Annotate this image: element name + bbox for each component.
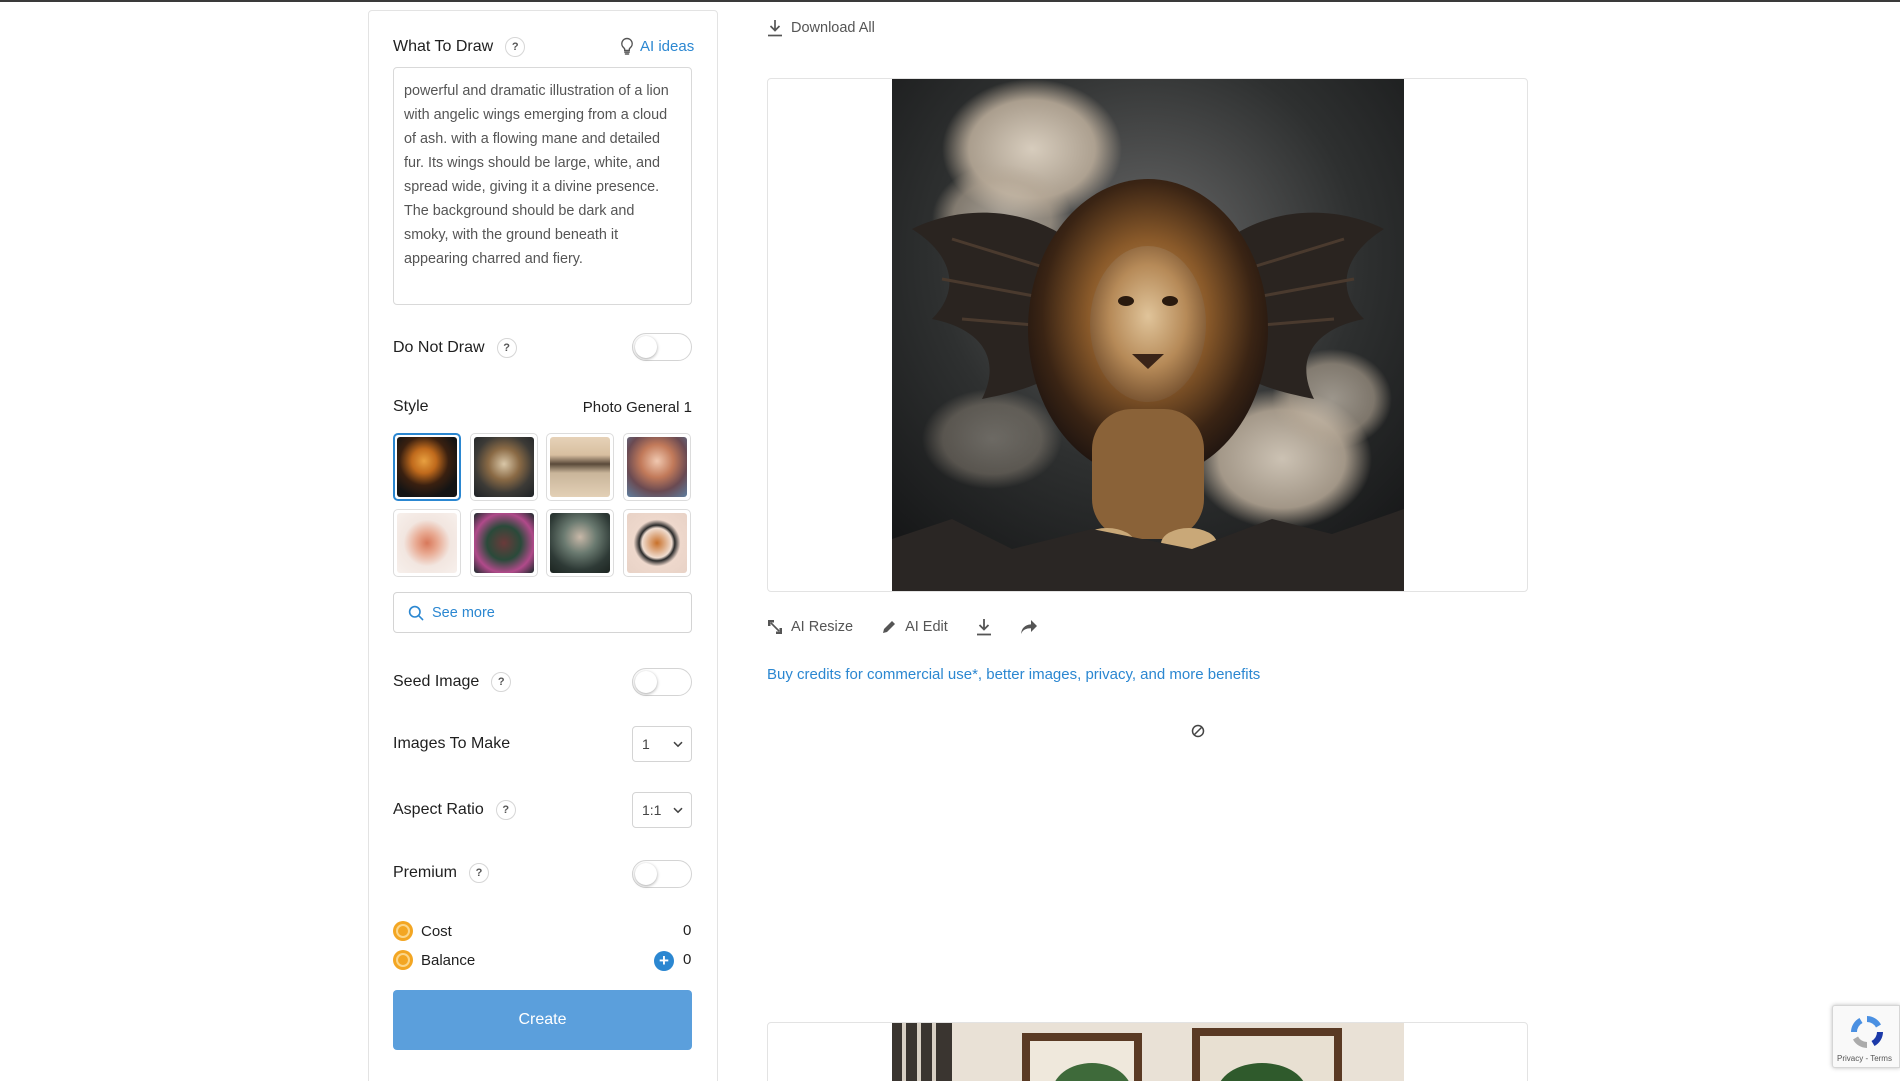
style-thumb-old-man[interactable] xyxy=(546,509,614,577)
seed-image-row: Seed Image ? xyxy=(393,672,512,692)
style-value: Photo General 1 xyxy=(582,399,692,416)
ai-edit-button[interactable]: AI Edit xyxy=(881,619,948,635)
do-not-draw-toggle[interactable] xyxy=(632,333,692,361)
coin-icon xyxy=(393,950,413,970)
recaptcha-footer-text[interactable]: Privacy - Terms xyxy=(1837,1054,1892,1063)
premium-label: Premium xyxy=(393,864,458,881)
generated-image-second[interactable] xyxy=(892,1023,1404,1081)
ai-edit-label: AI Edit xyxy=(905,619,948,635)
cost-row: Cost xyxy=(393,921,452,941)
style-thumb-woman-portrait[interactable] xyxy=(622,433,691,501)
cost-label: Cost xyxy=(421,922,452,940)
style-thumb-dog-emblem[interactable] xyxy=(622,509,691,577)
ai-ideas-button[interactable]: AI ideas xyxy=(620,37,694,55)
balance-row: Balance xyxy=(393,950,475,970)
aspect-ratio-select[interactable]: 1:1 xyxy=(632,792,692,828)
recaptcha-badge[interactable]: Privacy - Terms xyxy=(1832,1005,1900,1068)
download-all-button[interactable]: Download All xyxy=(767,19,875,37)
pencil-icon xyxy=(883,621,896,633)
cost-value: 0 xyxy=(683,922,692,939)
style-thumb-violinist[interactable] xyxy=(546,433,614,501)
download-image-button[interactable] xyxy=(976,618,992,636)
images-to-make-label: Images To Make xyxy=(393,735,511,752)
style-thumb-dancer-figure[interactable] xyxy=(393,509,461,577)
ai-resize-button[interactable]: AI Resize xyxy=(767,619,853,635)
ai-ideas-label: AI ideas xyxy=(640,37,695,55)
aspect-ratio-label: Aspect Ratio xyxy=(393,801,484,818)
seed-image-help-icon[interactable]: ? xyxy=(491,672,512,692)
images-to-make-select[interactable]: 1 xyxy=(632,726,692,762)
style-label: Style xyxy=(393,398,429,415)
woman-portrait-thumbnail xyxy=(626,437,687,497)
download-icon xyxy=(976,619,991,636)
old-man-thumbnail xyxy=(550,513,610,573)
what-to-draw-label: What To Draw xyxy=(393,38,494,55)
recaptcha-icon xyxy=(1851,1016,1883,1048)
resize-icon xyxy=(768,620,782,634)
loading-spinner-icon xyxy=(1191,724,1205,738)
dancer-figure-thumbnail xyxy=(397,513,457,573)
ai-resize-label: AI Resize xyxy=(791,619,854,635)
generated-image-card xyxy=(767,78,1528,592)
chevron-down-icon xyxy=(673,807,683,813)
lightbulb-icon xyxy=(621,37,633,55)
download-all-label: Download All xyxy=(791,20,875,36)
premium-help-icon[interactable]: ? xyxy=(469,863,490,883)
coin-icon xyxy=(393,921,413,941)
do-not-draw-row: Do Not Draw ? xyxy=(393,338,517,358)
share-icon xyxy=(1020,620,1037,634)
seed-image-label: Seed Image xyxy=(393,673,480,690)
prompt-textarea[interactable]: powerful and dramatic illustration of a … xyxy=(393,67,692,305)
top-border xyxy=(0,0,1900,2)
share-button[interactable] xyxy=(1020,619,1038,635)
violinist-thumbnail xyxy=(550,437,610,497)
aspect-ratio-help-icon[interactable]: ? xyxy=(495,800,516,820)
balance-label: Balance xyxy=(421,951,476,969)
premium-toggle[interactable] xyxy=(632,860,692,888)
armored-cow-thumbnail xyxy=(473,437,534,497)
search-icon xyxy=(408,605,424,620)
aspect-ratio-value: 1:1 xyxy=(642,802,662,818)
premium-row: Premium ? xyxy=(393,863,490,883)
style-thumb-tiger[interactable] xyxy=(393,433,461,501)
floral-woman-thumbnail xyxy=(473,513,534,573)
add-credits-button[interactable]: + xyxy=(654,951,674,971)
see-more-label: See more xyxy=(432,604,495,621)
do-not-draw-help-icon[interactable]: ? xyxy=(496,338,517,358)
style-thumb-armored-cow[interactable] xyxy=(469,433,538,501)
generated-image-card-second xyxy=(767,1022,1528,1081)
seed-image-toggle[interactable] xyxy=(632,668,692,696)
style-thumbnail-grid xyxy=(393,433,691,577)
generated-image[interactable] xyxy=(892,79,1404,591)
balance-value: 0 xyxy=(683,951,692,968)
dog-emblem-thumbnail xyxy=(626,513,687,573)
chevron-down-icon xyxy=(673,741,683,747)
style-thumb-floral-woman[interactable] xyxy=(469,509,538,577)
image-actions-bar: AI Resize AI Edit xyxy=(767,618,1066,636)
tiger-thumbnail xyxy=(397,437,457,497)
create-button[interactable]: Create xyxy=(393,990,692,1050)
what-to-draw-help-icon[interactable]: ? xyxy=(505,37,526,57)
buy-credits-link[interactable]: Buy credits for commercial use*, better … xyxy=(767,666,1260,683)
do-not-draw-label: Do Not Draw xyxy=(393,339,485,356)
download-icon xyxy=(768,20,782,37)
images-to-make-value: 1 xyxy=(642,736,650,752)
what-to-draw-row: What To Draw ? xyxy=(393,37,526,57)
aspect-ratio-row: Aspect Ratio ? xyxy=(393,800,516,820)
see-more-button[interactable]: See more xyxy=(393,592,692,633)
